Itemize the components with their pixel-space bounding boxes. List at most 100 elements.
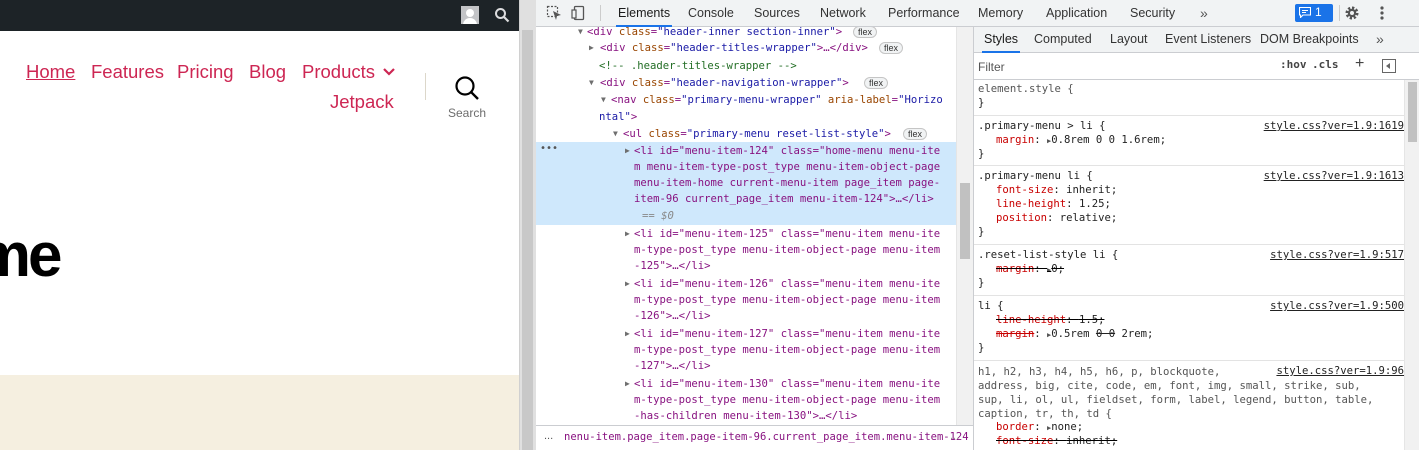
dom-node-continuation[interactable]: m-type-post_type menu-item-object-page m… (536, 292, 956, 308)
property-value[interactable]: 0.5rem (1051, 328, 1089, 340)
tab-elements[interactable]: Elements (616, 0, 673, 27)
nav-link-home[interactable]: Home (26, 61, 75, 83)
tab-performance[interactable]: Performance (886, 0, 962, 27)
rule-source-link[interactable]: style.css?ver=1.9:96 (1276, 365, 1404, 377)
tab-security[interactable]: Security (1128, 0, 1177, 27)
rule-source-link[interactable]: style.css?ver=1.9:517 (1270, 249, 1404, 261)
flex-badge[interactable]: flex (864, 77, 889, 89)
dom-node-continuation[interactable]: m menu-item-type-post_type menu-item-obj… (536, 159, 956, 175)
property-name[interactable]: font-size (996, 184, 1053, 196)
property-value[interactable]: 2rem; (1121, 328, 1153, 340)
breadcrumb-scroll-right[interactable]: ... (950, 430, 959, 442)
dom-node-primary-menu-wrapper[interactable]: ▼ <nav class="primary-menu-wrapper" aria… (536, 92, 956, 108)
nav-link-blog[interactable]: Blog (249, 61, 286, 83)
tab-memory[interactable]: Memory (976, 0, 1025, 27)
property-value[interactable]: 0; (1051, 263, 1064, 275)
dom-node-continuation[interactable]: ntal"> (536, 109, 956, 125)
new-style-rule-button[interactable]: + (1355, 55, 1364, 73)
rule-source-link[interactable]: style.css?ver=1.9:1619 (1264, 120, 1404, 132)
dom-node-header-navigation-wrapper[interactable]: ▼ <div class="header-navigation-wrapper"… (536, 75, 956, 91)
expand-triangle-icon[interactable]: ▶ (589, 40, 594, 56)
scrollbar-thumb[interactable] (1408, 82, 1417, 142)
property-name[interactable]: line-height (996, 314, 1066, 326)
rule-source-link[interactable]: style.css?ver=1.9:500 (1270, 300, 1404, 312)
tab-dom-breakpoints[interactable]: DOM Breakpoints (1258, 27, 1361, 53)
dom-node-continuation[interactable]: -125">…</li> (536, 258, 956, 274)
style-rule-primary-menu-child[interactable]: .primary-menu > li { style.css?ver=1.9:1… (974, 117, 1404, 166)
property-value[interactable]: inherit; (1066, 435, 1117, 447)
device-toolbar-icon[interactable] (571, 5, 587, 21)
inspect-element-icon[interactable] (546, 5, 562, 21)
style-rule-reset-list-style[interactable]: .reset-list-style li { style.css?ver=1.9… (974, 246, 1404, 296)
style-rule-reset-elements[interactable]: h1, h2, h3, h4, h5, h6, p, blockquote, a… (974, 362, 1404, 450)
nav-link-pricing[interactable]: Pricing (177, 61, 234, 83)
styles-filter-input[interactable] (978, 57, 1268, 76)
style-rule-element[interactable]: element.style { } (974, 80, 1404, 116)
dom-node-continuation[interactable]: m-type-post_type menu-item-object-page m… (536, 342, 956, 358)
more-tabs-button[interactable]: » (1198, 0, 1210, 27)
collapse-triangle-icon[interactable]: ▼ (578, 27, 583, 40)
style-rule-primary-menu-li[interactable]: .primary-menu li { style.css?ver=1.9:161… (974, 167, 1404, 245)
dom-node-continuation[interactable]: menu-item-home current-menu-item page_it… (536, 175, 956, 191)
property-value[interactable]: inherit; (1066, 184, 1117, 196)
tab-application[interactable]: Application (1044, 0, 1109, 27)
property-name[interactable]: line-height (996, 198, 1066, 210)
elements-scrollbar[interactable] (956, 27, 973, 425)
dom-node-continuation[interactable]: -127">…</li> (536, 358, 956, 374)
rule-source-link[interactable]: style.css?ver=1.9:1613 (1264, 170, 1404, 182)
dom-node-continuation[interactable]: m-type-post_type menu-item-object-page m… (536, 242, 956, 258)
expand-triangle-icon[interactable]: ▶ (625, 226, 630, 242)
kebab-menu-icon[interactable] (1374, 5, 1390, 21)
breadcrumb-scroll-left[interactable]: ... (544, 430, 553, 442)
collapse-triangle-icon[interactable]: ▼ (601, 92, 606, 108)
search-toggle-button[interactable]: Search (440, 73, 494, 123)
admin-search-icon[interactable] (494, 7, 510, 23)
expand-triangle-icon[interactable]: ▶ (625, 326, 630, 342)
expand-triangle-icon[interactable]: ▶ (625, 376, 630, 392)
flex-badge[interactable]: flex (853, 27, 878, 38)
property-value[interactable]: 1.5; (1079, 314, 1105, 326)
hover-state-button[interactable]: :hov (1280, 58, 1307, 71)
property-name[interactable]: margin (996, 328, 1034, 340)
property-value[interactable]: 1.25; (1079, 198, 1111, 210)
dom-node-menu-item-124[interactable]: ▶ <li id="menu-item-124" class="home-men… (536, 143, 956, 159)
styles-scrollbar[interactable] (1404, 80, 1419, 450)
more-tabs-button[interactable]: » (1374, 27, 1386, 53)
property-value[interactable]: 0.8rem 0 0 1.6rem; (1051, 134, 1166, 146)
issues-badge[interactable]: 1 (1295, 4, 1333, 22)
property-name[interactable]: margin (996, 134, 1034, 146)
property-name[interactable]: font-size (996, 435, 1053, 447)
tab-console[interactable]: Console (686, 0, 736, 27)
tab-event-listeners[interactable]: Event Listeners (1163, 27, 1253, 53)
style-rule-li[interactable]: li { style.css?ver=1.9:500 line-height: … (974, 297, 1404, 361)
property-name[interactable]: border (996, 421, 1034, 433)
dom-node-menu-item-125[interactable]: ▶ <li id="menu-item-125" class="menu-ite… (536, 226, 956, 242)
gear-icon[interactable] (1344, 5, 1360, 21)
property-value-overridden[interactable]: 0 0 (1096, 328, 1115, 340)
dom-node-menu-item-130[interactable]: ▶ <li id="menu-item-130" class="menu-ite… (536, 376, 956, 392)
breadcrumb-selected-node[interactable]: nenu-item.page_item.page-item-96.current… (564, 431, 969, 443)
expand-triangle-icon[interactable]: ▶ (625, 143, 630, 159)
dom-node-primary-menu[interactable]: ▼ <ul class="primary-menu reset-list-sty… (536, 126, 956, 142)
elements-tree[interactable]: ••• ▼ <div class="header-inner section-i… (536, 27, 973, 425)
property-value[interactable]: relative; (1060, 212, 1117, 224)
toggle-sidebar-icon[interactable] (1382, 59, 1396, 73)
dom-node-header-inner[interactable]: ▼ <div class="header-inner section-inner… (536, 27, 956, 40)
property-name[interactable]: margin (996, 263, 1034, 275)
tab-computed[interactable]: Computed (1032, 27, 1094, 53)
collapse-triangle-icon[interactable]: ▼ (589, 75, 594, 91)
viewport-scrollbar[interactable] (519, 0, 536, 450)
dom-node-continuation[interactable]: item-96 current_page_item menu-item-124"… (536, 191, 956, 207)
dom-comment[interactable]: <!-- .header-titles-wrapper --> (536, 58, 956, 74)
dom-node-header-titles-wrapper[interactable]: ▶ <div class="header-titles-wrapper">…</… (536, 40, 956, 56)
tab-styles[interactable]: Styles (982, 27, 1021, 53)
tab-layout[interactable]: Layout (1108, 27, 1150, 53)
dom-node-continuation[interactable]: m-type-post_type menu-item-object-page m… (536, 392, 956, 408)
nav-link-products[interactable]: Products (302, 61, 375, 83)
user-avatar-icon[interactable] (461, 6, 479, 24)
nav-link-jetpack[interactable]: Jetpack (330, 91, 394, 113)
tab-network[interactable]: Network (818, 0, 868, 27)
flex-badge[interactable]: flex (879, 42, 904, 54)
property-name[interactable]: position (996, 212, 1047, 224)
collapse-triangle-icon[interactable]: ▼ (613, 126, 618, 142)
